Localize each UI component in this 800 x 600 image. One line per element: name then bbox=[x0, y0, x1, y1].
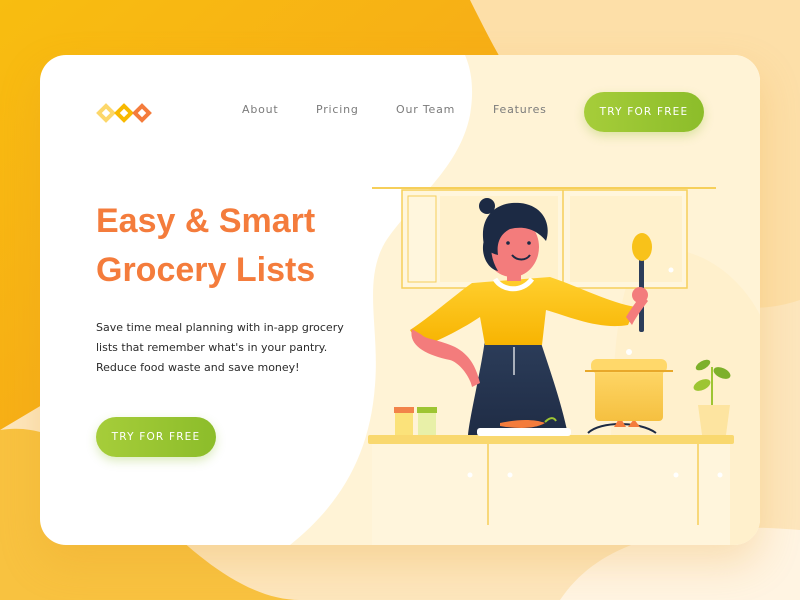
hero-description: Save time meal planning with in-app groc… bbox=[96, 318, 356, 378]
three-diamonds-logo-icon[interactable] bbox=[95, 102, 155, 126]
hero-description-line-1: Save time meal planning with in-app groc… bbox=[96, 321, 344, 334]
nav-item-pricing[interactable]: Pricing bbox=[316, 103, 359, 116]
nav-item-about[interactable]: About bbox=[242, 103, 279, 116]
try-for-free-hero-button[interactable]: TRY FOR FREE bbox=[96, 417, 216, 457]
hero-title-line-2: Grocery Lists bbox=[96, 251, 316, 289]
hero-title: Easy & Smart Grocery Lists bbox=[96, 197, 315, 295]
nav-item-our-team[interactable]: Our Team bbox=[396, 103, 455, 116]
hero-description-line-2: lists that remember what's in your pantr… bbox=[96, 341, 328, 354]
landing-card: About Pricing Our Team Features TRY FOR … bbox=[40, 55, 760, 545]
try-for-free-hero-label: TRY FOR FREE bbox=[111, 431, 201, 443]
try-for-free-nav-button[interactable]: TRY FOR FREE bbox=[584, 92, 704, 132]
hero-description-line-3: Reduce food waste and save money! bbox=[96, 361, 300, 374]
nav-item-features[interactable]: Features bbox=[493, 103, 547, 116]
hero-title-line-1: Easy & Smart bbox=[96, 202, 316, 240]
try-for-free-nav-label: TRY FOR FREE bbox=[599, 106, 689, 118]
